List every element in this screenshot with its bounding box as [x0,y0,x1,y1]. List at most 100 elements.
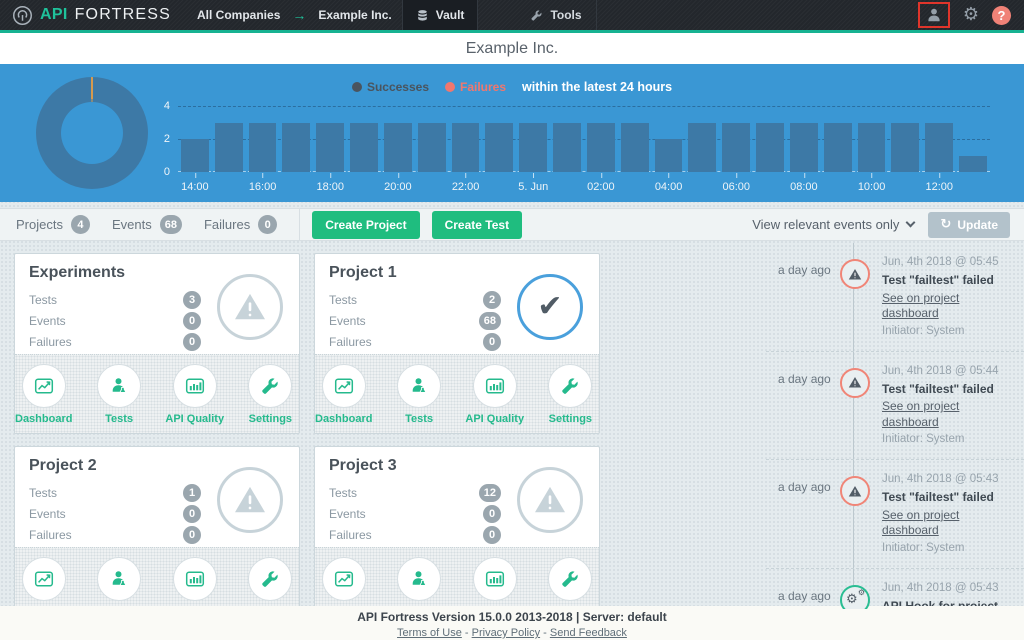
event-dashboard-link[interactable]: See on project dashboard [882,291,1016,322]
footer-link[interactable]: Send Feedback [550,627,627,639]
footer-link[interactable]: Terms of Use [397,627,462,639]
update-button[interactable]: ↻ Update [928,212,1010,238]
bar [485,123,513,173]
logo-api-text: API [40,6,68,24]
api-quality-action-button[interactable]: API Quality [166,364,224,425]
chevron-down-icon [906,218,916,228]
settings-icon [248,557,292,601]
settings-action-button[interactable]: Settings [542,557,599,609]
events-filter-dropdown[interactable]: View relevant events only [752,217,914,232]
footer-links: Terms of Use - Privacy Policy - Send Fee… [0,627,1024,639]
tests-action-button[interactable]: Tests [90,557,147,609]
stats-banner: SuccessesFailureswithin the latest 24 ho… [0,64,1024,202]
bar [858,123,886,173]
logo-fortress-text: FORTRESS [75,6,171,24]
bar [756,123,784,173]
api-quality-action-button[interactable]: API Quality [166,557,224,609]
action-label: API Quality [465,413,524,425]
toolbar: Projects4Events68Failures0 Create Projec… [0,208,1024,241]
footer-version: API Fortress Version 15.0.0 2013-2018 | … [0,610,1024,624]
event-dashboard-link[interactable]: See on project dashboard [882,508,1016,539]
x-axis-label: 12:00 [925,181,953,193]
legend-item: Failures [445,80,506,94]
dashboard-action-button[interactable]: Dashboard [315,557,372,609]
x-axis-label: 20:00 [384,181,412,193]
bar [891,123,919,173]
api-quality-action-button[interactable]: API Quality [466,557,524,609]
breadcrumb-arrow-icon: → [290,0,308,30]
user-menu-button[interactable] [918,2,950,28]
stat-badge: 0 [183,312,201,330]
stat-label: Events [29,507,66,521]
event-list-item: a day ago ⚙⚙ Jun, 4th 2018 @ 05:43 Test … [766,460,1024,569]
nav-vault-label: Vault [436,8,465,22]
dashboard-action-button[interactable]: Dashboard [15,557,72,609]
create-project-button[interactable]: Create Project [312,211,419,239]
event-body: Jun, 4th 2018 @ 05:43 API Hook for proje… [870,581,1016,609]
tests-action-button[interactable]: Tests [90,364,147,425]
settings-action-button[interactable]: Settings [542,364,599,425]
project-card-actions: Dashboard Tests API Quality Settings [15,547,299,609]
bar [587,123,615,173]
event-age: a day ago [778,581,840,609]
event-age: a day ago [778,472,840,556]
warning-triangle-icon [848,376,862,389]
nav-company[interactable]: Example Inc. [308,0,401,30]
event-initiator: Initiator: System [882,541,1016,556]
settings-icon [548,557,592,601]
bar [553,123,581,173]
nav-tools[interactable]: Tools [516,0,596,30]
legend-item: Successes [352,80,429,94]
dashboard-icon [22,364,66,408]
dashboard-action-button[interactable]: Dashboard [315,364,372,425]
action-label: Settings [549,413,592,425]
dashboard-action-button[interactable]: Dashboard [15,364,72,425]
y-axis-label: 0 [164,166,170,178]
stat-label: Failures [29,528,72,542]
project-card: Project 3 Tests12Events0Failures0 ✔ Dash… [314,446,600,609]
footer-link[interactable]: Privacy Policy [472,627,540,639]
x-axis-label: 18:00 [316,181,344,193]
counter-badge: 0 [258,215,277,234]
x-axis-label: 10:00 [858,181,886,193]
nav-right: ⚙ ? [918,0,1024,30]
create-test-button[interactable]: Create Test [432,211,522,239]
api-quality-action-button[interactable]: API Quality [466,364,524,425]
warning-triangle-icon [848,485,862,498]
tests-action-button[interactable]: Tests [390,364,447,425]
stat-row: Tests1 [29,484,201,502]
x-axis-label: 22:00 [452,181,480,193]
event-age: a day ago [778,364,840,448]
project-cards: Experiments Tests3Events0Failures0 ✔ Das… [14,253,604,609]
action-label: Tests [405,413,433,425]
bar [722,123,750,173]
warning-triangle-icon [848,268,862,281]
counter-label: Failures [204,217,250,232]
nav-all-companies[interactable]: All Companies [187,0,290,30]
apifortress-logo[interactable]: API FORTRESS [0,0,187,30]
counter-events: Events68 [112,215,182,234]
tests-action-button[interactable]: Tests [390,557,447,609]
refresh-icon: ↻ [940,218,951,231]
check-icon: ✔ [537,292,562,322]
settings-gear-icon[interactable]: ⚙ [963,6,979,24]
project-card-actions: Dashboard Tests API Quality Settings [15,354,299,433]
titlebar: Example Inc. [0,33,1024,64]
help-icon[interactable]: ? [992,6,1011,25]
event-dashboard-link[interactable]: See on project dashboard [882,399,1016,430]
chart-legend: SuccessesFailureswithin the latest 24 ho… [0,80,1024,94]
nav-vault[interactable]: Vault [402,0,479,30]
update-label: Update [957,218,998,232]
bar-chart: 420 14:0016:0018:0020:0022:005. Jun02:00… [178,106,990,172]
project-card: Experiments Tests3Events0Failures0 ✔ Das… [14,253,300,434]
action-label: API Quality [165,413,224,425]
settings-action-button[interactable]: Settings [242,364,299,425]
settings-action-button[interactable]: Settings [242,557,299,609]
counter-badge: 4 [71,215,90,234]
stat-badge: 12 [479,484,501,502]
stat-badge: 0 [183,526,201,544]
tests-icon [397,364,441,408]
toolbar-counters: Projects4Events68Failures0 [0,209,300,240]
nav-tools-label: Tools [550,8,581,22]
event-status-icon: ⚙⚙ [840,368,870,398]
